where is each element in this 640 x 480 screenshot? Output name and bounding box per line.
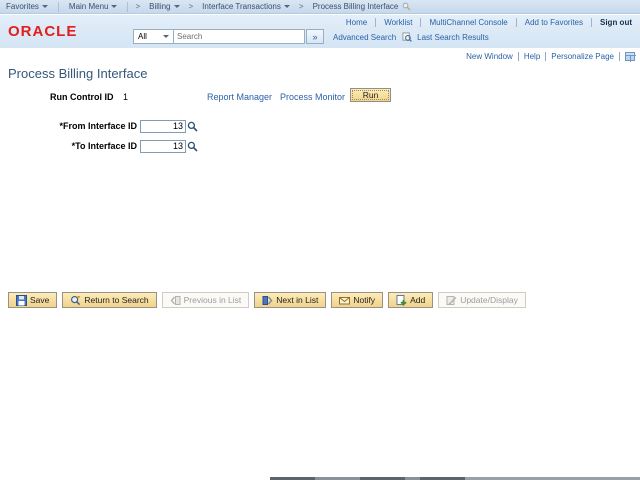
notify-label: Notify [353, 295, 376, 305]
to-interface-id-row: *To Interface ID [0, 139, 198, 153]
run-control-id-value: 1 [123, 92, 129, 102]
from-interface-id-label: *From Interface ID [59, 121, 137, 131]
breadcrumb-search-icon[interactable] [402, 2, 411, 11]
update-display-button: Update/Display [438, 292, 526, 308]
pagebar-divider [619, 52, 620, 61]
add-to-favorites-link[interactable]: Add to Favorites [525, 18, 583, 27]
personalize-page-link[interactable]: Personalize Page [551, 52, 614, 61]
previous-in-list-label: Previous in List [183, 295, 242, 305]
header: ORACLE Home Worklist MultiChannel Consol… [0, 15, 640, 48]
next-in-list-button[interactable]: Next in List [254, 292, 327, 308]
search-scope-select[interactable]: All [133, 29, 174, 44]
chevron-down-icon [111, 5, 118, 8]
report-manager-link[interactable]: Report Manager [207, 92, 272, 102]
breadcrumb-item-interface-transactions[interactable]: Interface Transactions [196, 2, 296, 11]
run-button[interactable]: Run [350, 88, 391, 102]
pagebar: New Window Help Personalize Page [466, 52, 636, 62]
breadcrumb-item-billing[interactable]: Billing [143, 2, 185, 11]
to-interface-id-label: *To Interface ID [71, 141, 137, 151]
next-in-list-icon [262, 295, 273, 306]
search-bar: All » [133, 29, 324, 44]
add-label: Add [410, 295, 426, 305]
pagebar-divider [545, 52, 547, 61]
nav-divider [420, 18, 422, 27]
previous-in-list-button: Previous in List [161, 292, 250, 308]
add-icon [396, 294, 407, 306]
nav-divider [515, 18, 517, 27]
nav-divider [375, 18, 377, 27]
chevron-down-icon [173, 5, 180, 8]
chevron-down-icon [283, 5, 290, 8]
to-interface-id-lookup-icon[interactable] [187, 141, 198, 152]
return-to-search-button[interactable]: Return to Search [62, 292, 157, 308]
search-scope-value: All [138, 32, 147, 41]
from-interface-id-input[interactable] [140, 119, 186, 133]
home-link[interactable]: Home [346, 18, 367, 27]
breadcrumb-divider [127, 1, 129, 12]
return-to-search-icon [70, 295, 81, 306]
run-control-row: Run Control ID 1 Report Manager Process … [0, 88, 640, 104]
breadcrumb-separator: > [298, 2, 304, 11]
last-search-results-icon [402, 32, 413, 42]
chevron-down-icon [41, 5, 48, 8]
save-icon [16, 294, 27, 306]
breadcrumb-divider [57, 1, 59, 12]
favorites-menu[interactable]: Favorites [0, 2, 54, 11]
window-layout-icon[interactable] [625, 52, 636, 62]
page-title: Process Billing Interface [8, 66, 148, 81]
multichannel-console-link[interactable]: MultiChannel Console [429, 18, 507, 27]
nav-divider [591, 18, 592, 27]
notify-button[interactable]: Notify [331, 292, 384, 308]
help-link[interactable]: Help [524, 52, 540, 61]
new-window-link[interactable]: New Window [466, 52, 513, 61]
run-control-id-label: Run Control ID [50, 92, 114, 102]
notify-icon [339, 295, 351, 306]
breadcrumb-item-label: Interface Transactions [202, 2, 281, 11]
previous-in-list-icon [170, 295, 181, 306]
update-display-label: Update/Display [460, 295, 518, 305]
from-interface-id-row: *From Interface ID [0, 119, 198, 133]
search-input[interactable] [174, 29, 305, 44]
search-go-button[interactable]: » [306, 29, 324, 44]
breadcrumb: Favorites Main Menu > Billing > Interfac… [0, 0, 640, 14]
pagebar-divider [517, 52, 519, 61]
oracle-logo: ORACLE [8, 23, 78, 40]
process-monitor-link[interactable]: Process Monitor [280, 92, 345, 102]
to-interface-id-input[interactable] [140, 139, 186, 153]
sign-out-link[interactable]: Sign out [600, 18, 632, 27]
chevron-down-icon [163, 35, 169, 38]
page-toolbar: Save Return to Search Previous in List N… [8, 292, 526, 308]
favorites-label: Favorites [6, 2, 39, 11]
main-menu[interactable]: Main Menu [63, 2, 124, 11]
breadcrumb-separator: > [135, 2, 141, 11]
save-label: Save [30, 295, 50, 305]
main-menu-label: Main Menu [68, 2, 109, 11]
header-nav: Home Worklist MultiChannel Console Add t… [346, 18, 632, 27]
search-links: Advanced Search Last Search Results [333, 32, 489, 42]
worklist-link[interactable]: Worklist [384, 18, 412, 27]
breadcrumb-item-label: Billing [149, 2, 171, 11]
return-to-search-label: Return to Search [84, 295, 149, 305]
breadcrumb-item-label: Process Billing Interface [312, 2, 399, 11]
add-button[interactable]: Add [388, 292, 434, 308]
next-in-list-label: Next in List [276, 295, 319, 305]
last-search-results-link[interactable]: Last Search Results [417, 33, 489, 42]
application-window: Favorites Main Menu > Billing > Interfac… [0, 0, 640, 480]
advanced-search-link[interactable]: Advanced Search [333, 33, 396, 42]
update-display-icon [446, 295, 457, 306]
breadcrumb-item-current-page: Process Billing Interface [307, 2, 418, 11]
from-interface-id-lookup-icon[interactable] [187, 121, 198, 132]
breadcrumb-separator: > [188, 2, 194, 11]
save-button[interactable]: Save [8, 292, 58, 308]
